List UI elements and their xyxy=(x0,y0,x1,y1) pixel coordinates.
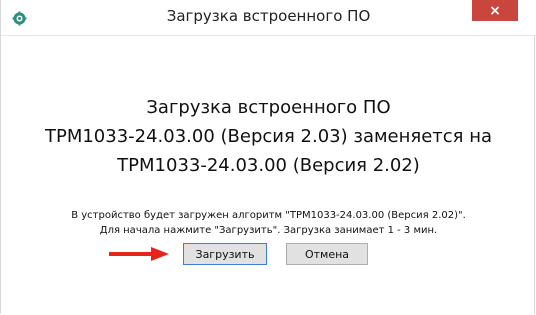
dialog-window: Загрузка встроенного ПО × Загрузка встро… xyxy=(0,0,536,314)
arrow-right-icon xyxy=(109,247,169,261)
main-message-line: ТРМ1033-24.03.00 (Версия 2.03) заменяетс… xyxy=(44,126,493,147)
info-message: В устройство будет загружен алгоритм "ТР… xyxy=(1,208,536,238)
info-message-line: В устройство будет загружен алгоритм "ТР… xyxy=(71,210,466,221)
close-icon: × xyxy=(489,2,501,19)
cancel-button-label: Отмена xyxy=(304,247,350,261)
title-bar[interactable]: Загрузка встроенного ПО × xyxy=(1,0,536,36)
main-message-line: Загрузка встроенного ПО xyxy=(146,97,391,118)
close-button[interactable]: × xyxy=(472,0,518,21)
main-message: Загрузка встроенного ПО ТРМ1033-24.03.00… xyxy=(1,93,536,180)
main-message-line: ТРМ1033-24.03.00 (Версия 2.02) xyxy=(117,155,420,176)
load-button[interactable]: Загрузить xyxy=(183,243,267,265)
window-title: Загрузка встроенного ПО xyxy=(166,7,371,25)
info-message-line: Для начала нажмите "Загрузить". Загрузка… xyxy=(99,225,438,236)
cancel-button[interactable]: Отмена xyxy=(286,243,368,265)
load-button-label: Загрузить xyxy=(195,247,255,261)
